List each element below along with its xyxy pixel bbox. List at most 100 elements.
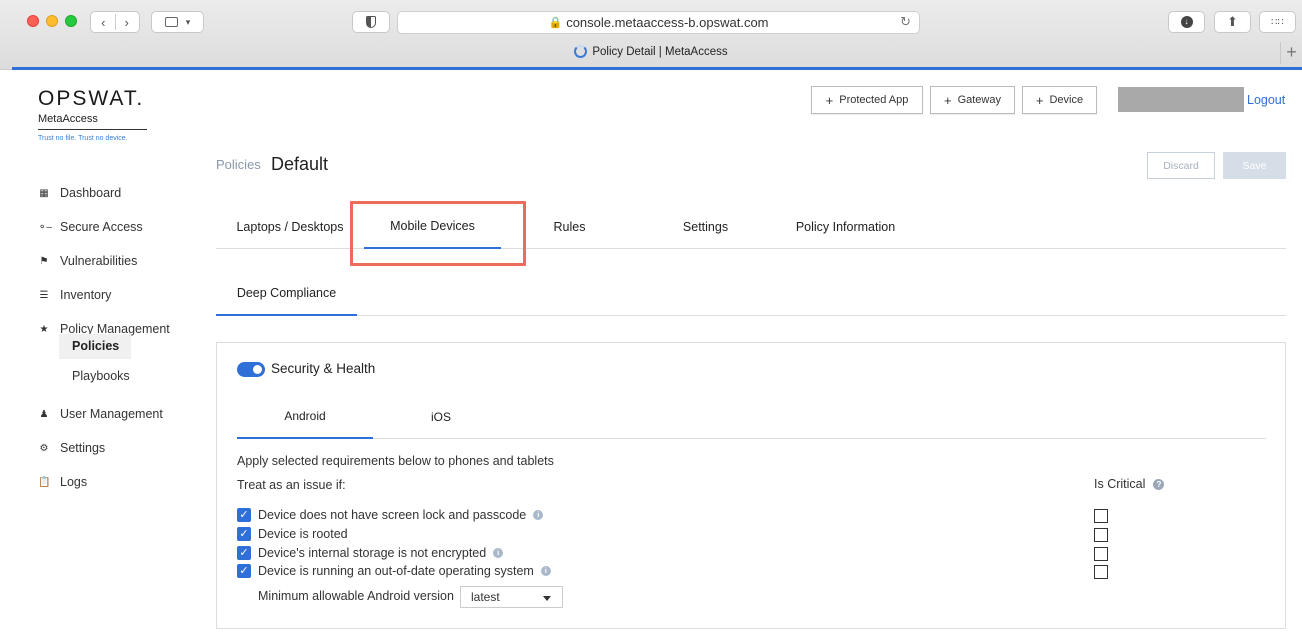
sidebar-item-inventory[interactable]: ☰ Inventory: [38, 278, 170, 312]
logout-link[interactable]: Logout: [1247, 93, 1285, 107]
tab-android[interactable]: Android: [237, 394, 373, 439]
min-android-version-select[interactable]: latest: [460, 586, 563, 608]
requirement-row: ✓ Device does not have screen lock and p…: [237, 508, 544, 522]
flag-icon: ⚑: [39, 255, 49, 267]
tab-deep-compliance[interactable]: Deep Compliance: [216, 272, 357, 316]
sidebar-item-label: Logs: [60, 475, 88, 489]
opswat-logo[interactable]: OPSWAT.: [38, 87, 144, 111]
critical-checkbox[interactable]: [1094, 528, 1108, 542]
gear-icon: ⚙: [39, 442, 49, 454]
button-label: Device: [1049, 94, 1084, 106]
requirement-checkbox[interactable]: ✓: [237, 508, 251, 522]
requirement-label: Device is running an out-of-date operati…: [258, 564, 534, 578]
sub-tabs: Deep Compliance: [216, 272, 1286, 316]
zoom-window-button[interactable]: [65, 15, 77, 27]
download-icon: ↓: [1180, 16, 1193, 28]
sidebar-item-label: Secure Access: [60, 220, 143, 234]
add-gateway-button[interactable]: + Gateway: [930, 86, 1015, 114]
info-icon[interactable]: i: [540, 566, 551, 576]
discard-button[interactable]: Discard: [1147, 152, 1215, 179]
info-icon[interactable]: i: [493, 548, 504, 558]
browser-tab[interactable]: Policy Detail | MetaAccess: [0, 45, 1302, 58]
min-android-version-label: Minimum allowable Android version: [258, 589, 454, 603]
is-critical-label: Is Critical: [1094, 477, 1146, 491]
help-icon[interactable]: ?: [1153, 478, 1165, 490]
intro-text: Apply selected requirements below to pho…: [237, 454, 554, 468]
sidebar-lower: ♟ User Management ⚙ Settings 📋 Logs: [38, 397, 163, 499]
sidebar-item-logs[interactable]: 📋 Logs: [38, 465, 163, 499]
user-account-redacted[interactable]: [1118, 87, 1244, 112]
back-forward-buttons[interactable]: ‹ ›: [90, 11, 140, 33]
grid-icon: ∷∷: [1271, 16, 1284, 28]
downloads-button[interactable]: ↓: [1168, 11, 1205, 33]
tab-ios[interactable]: iOS: [373, 394, 509, 439]
sidebar-item-label: Dashboard: [60, 186, 122, 200]
critical-checkbox[interactable]: [1094, 547, 1108, 561]
sidebar-item-label: Settings: [60, 441, 106, 455]
loading-spinner-icon: [574, 45, 588, 58]
close-window-button[interactable]: [27, 15, 39, 27]
highlight-annotation: [350, 201, 526, 266]
reload-icon[interactable]: ↻: [900, 14, 911, 30]
add-protected-app-button[interactable]: + Protected App: [811, 86, 923, 114]
grid-icon: ▦: [39, 187, 49, 199]
add-device-button[interactable]: + Device: [1022, 86, 1097, 114]
star-icon: ★: [39, 323, 49, 335]
sidebar-item-user-management[interactable]: ♟ User Management: [38, 397, 163, 431]
page-title: Default: [271, 154, 329, 174]
lock-icon: 🔒: [548, 17, 563, 29]
requirement-row: ✓ Device's internal storage is not encry…: [237, 546, 504, 560]
os-tabs: Android iOS: [237, 394, 1266, 439]
requirement-row: ✓ Device is running an out-of-date opera…: [237, 564, 551, 578]
page-load-progress: [12, 67, 1302, 70]
clipboard-icon: 📋: [38, 476, 51, 488]
requirement-row: ✓ Device is rooted: [237, 527, 348, 541]
key-icon: ⚬–: [38, 221, 52, 233]
address-bar[interactable]: 🔒 console.metaaccess-b.opswat.com ↻: [397, 11, 920, 34]
requirement-checkbox[interactable]: ✓: [237, 564, 251, 578]
minimize-window-button[interactable]: [46, 15, 58, 27]
plus-icon: +: [943, 92, 952, 108]
sidebar: ▦ Dashboard ⚬– Secure Access ⚑ Vulnerabi…: [38, 176, 170, 346]
sidebar-item-settings[interactable]: ⚙ Settings: [38, 431, 163, 465]
security-health-toggle[interactable]: [237, 362, 265, 377]
plus-icon: +: [825, 92, 834, 108]
select-value: latest: [471, 590, 500, 604]
tab-overview-button[interactable]: ∷∷: [1259, 11, 1296, 33]
critical-checkbox[interactable]: [1094, 565, 1108, 579]
requirement-label: Device does not have screen lock and pas…: [258, 508, 527, 522]
privacy-shield-button[interactable]: [352, 11, 390, 33]
caret-down-icon: [543, 596, 551, 601]
info-icon[interactable]: i: [533, 510, 544, 520]
requirement-checkbox[interactable]: ✓: [237, 527, 251, 541]
critical-checkbox[interactable]: [1094, 509, 1108, 523]
chevron-left-icon[interactable]: ‹: [101, 15, 105, 30]
button-label: Protected App: [839, 94, 909, 106]
button-label: Gateway: [957, 94, 1001, 106]
sidebar-icon: [164, 17, 178, 27]
sidebar-subitem-playbooks[interactable]: Playbooks: [59, 364, 131, 389]
treat-as-issue-label: Treat as an issue if:: [237, 478, 346, 492]
tab-title: Policy Detail | MetaAccess: [592, 45, 728, 58]
tab-policy-information[interactable]: Policy Information: [773, 205, 918, 249]
sidebar-toggle-button[interactable]: ▾: [151, 11, 204, 33]
sidebar-item-secure-access[interactable]: ⚬– Secure Access: [38, 210, 170, 244]
chevron-right-icon[interactable]: ›: [125, 15, 129, 30]
list-icon: ☰: [39, 289, 49, 301]
breadcrumb[interactable]: Policies: [216, 157, 261, 172]
is-critical-header: Is Critical ?: [1094, 477, 1165, 491]
requirement-checkbox[interactable]: ✓: [237, 546, 251, 560]
new-tab-button[interactable]: +: [1280, 42, 1302, 64]
save-button[interactable]: Save: [1223, 152, 1286, 179]
sidebar-item-label: User Management: [60, 407, 163, 421]
logo-divider: [38, 129, 147, 130]
sidebar-subitem-policies[interactable]: Policies: [59, 334, 131, 359]
sidebar-item-vulnerabilities[interactable]: ⚑ Vulnerabilities: [38, 244, 170, 278]
tab-laptops-desktops[interactable]: Laptops / Desktops: [216, 205, 364, 249]
plus-icon: +: [1035, 92, 1044, 108]
sidebar-item-label: Vulnerabilities: [60, 254, 138, 268]
chevron-down-icon: ▾: [185, 16, 191, 27]
sidebar-item-dashboard[interactable]: ▦ Dashboard: [38, 176, 170, 210]
tab-settings[interactable]: Settings: [638, 205, 773, 249]
share-button[interactable]: ⬆: [1214, 11, 1251, 33]
